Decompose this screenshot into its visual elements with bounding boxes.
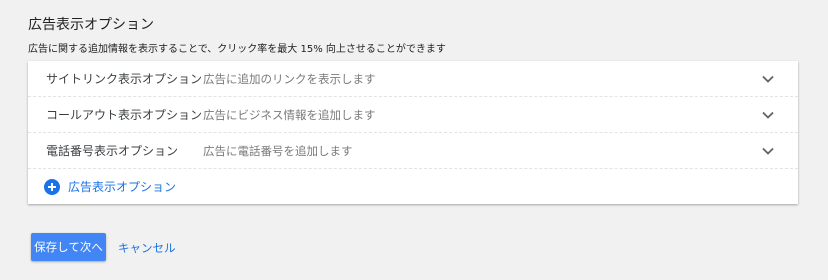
chevron-down-icon[interactable] xyxy=(756,103,780,127)
option-label-sitelink: サイトリンク表示オプション xyxy=(46,72,203,86)
option-description-sitelink: 広告に追加のリンクを表示します xyxy=(203,71,376,86)
option-row-call[interactable]: 電話番号表示オプション 広告に電話番号を追加します xyxy=(28,133,798,169)
option-description-call: 広告に電話番号を追加します xyxy=(203,143,353,158)
section-title: 広告表示オプション xyxy=(28,17,154,33)
section-description: 広告に関する追加情報を表示することで、クリック率を最大 15% 向上させることが… xyxy=(28,44,446,55)
chevron-down-icon[interactable] xyxy=(756,139,780,163)
cancel-link[interactable]: キャンセル xyxy=(118,240,176,256)
add-ad-extension-button[interactable]: 広告表示オプション xyxy=(28,169,798,204)
option-description-callout: 広告にビジネス情報を追加します xyxy=(203,107,376,122)
option-row-sitelink[interactable]: サイトリンク表示オプション 広告に追加のリンクを表示します xyxy=(28,61,798,97)
add-ad-extension-label: 広告表示オプション xyxy=(68,180,177,194)
option-label-call: 電話番号表示オプション xyxy=(46,144,179,158)
chevron-down-icon[interactable] xyxy=(756,67,780,91)
option-label-callout: コールアウト表示オプション xyxy=(46,108,203,122)
save-and-next-button[interactable]: 保存して次へ xyxy=(31,233,106,261)
ad-extensions-card: サイトリンク表示オプション 広告に追加のリンクを表示します コールアウト表示オプ… xyxy=(28,61,798,204)
option-row-callout[interactable]: コールアウト表示オプション 広告にビジネス情報を追加します xyxy=(28,97,798,133)
add-circle-icon xyxy=(44,178,60,195)
